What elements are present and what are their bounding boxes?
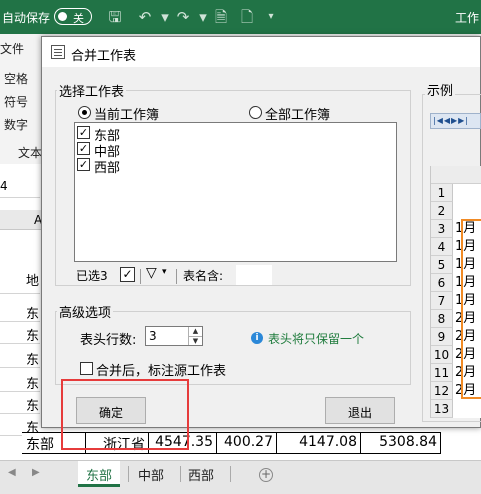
header-rows-stepper[interactable]: 3 ▲ ▼ (145, 326, 203, 346)
list-item[interactable]: ✓ 中部 (77, 141, 277, 160)
preview-row-number: 8 (431, 310, 453, 328)
preview-row-number: 2 (431, 202, 453, 220)
toolbar-separator (140, 269, 141, 284)
undo-icon[interactable]: ↶ (136, 8, 154, 26)
save-icon[interactable]: 🖫 (106, 8, 124, 26)
preview-row-number: 13 (431, 400, 453, 418)
redo-dropdown-icon[interactable]: ▾ (194, 8, 212, 26)
ok-button-highlight (61, 379, 189, 450)
preview-label: 示例 (425, 80, 456, 99)
preview-row-number: 3 (431, 220, 453, 238)
preview-row-number: 9 (431, 328, 453, 346)
ribbon-file-tab[interactable]: 文件 (0, 40, 24, 57)
sheet-cell[interactable]: 地 (0, 264, 40, 294)
sheet-cell[interactable]: 东 (0, 300, 40, 322)
header-rows-label: 表头行数: (80, 333, 137, 348)
advanced-options-group-label: 高级选项 (57, 302, 114, 321)
list-item[interactable]: ✓ 东部 (77, 125, 277, 144)
preview-merged-highlight (461, 219, 481, 399)
tab-west[interactable]: 西部 (180, 461, 222, 487)
sheet-list: ✓ 东部 ✓ 中部 ✓ 西部 (74, 122, 397, 262)
preview-row-number: 11 (431, 364, 453, 382)
undo-dropdown-icon[interactable]: ▾ (156, 8, 174, 26)
mark-source-checkbox[interactable] (80, 362, 93, 375)
sheet-checkbox[interactable]: ✓ (77, 158, 90, 171)
select-sheets-group-label: 选择工作表 (57, 81, 127, 100)
autosave-label: 自动保存 (2, 11, 51, 25)
sheet-list-toolbar: 已选3 ✓ ▽ ▾ 表名含: (76, 265, 399, 287)
add-sheet-icon[interactable]: + (259, 468, 273, 482)
filter-dropdown-icon[interactable]: ▾ (162, 267, 167, 277)
cell-value-e[interactable]: 4147.08 (277, 432, 361, 454)
toolbar-separator (176, 269, 177, 284)
table-name-filter-input[interactable] (236, 265, 272, 285)
ribbon-item-number[interactable]: 数字 (4, 116, 28, 133)
cell-value-d[interactable]: 400.27 (217, 432, 277, 454)
tab-scroll-right-icon[interactable]: ▶ (32, 467, 40, 478)
preview-sheet-nav-icon: |◀◀▶▶| (430, 113, 481, 129)
header-rows-value: 3 (149, 329, 157, 343)
ribbon-item-space[interactable]: 空格 (4, 70, 28, 87)
preview-row-number: 5 (431, 256, 453, 274)
select-all-checkbox-icon[interactable]: ✓ (120, 267, 135, 282)
list-item[interactable]: ✓ 西部 (77, 157, 277, 176)
ribbon-item-symbol[interactable]: 符号 (4, 93, 28, 110)
selected-count: 已选3 (76, 269, 108, 283)
radio-all-workbooks-label[interactable]: 全部工作簿 (265, 104, 330, 123)
preview-header-row (431, 166, 481, 184)
preview-row-number: 6 (431, 274, 453, 292)
table-name-filter-label: 表名含: (183, 269, 224, 283)
exit-button[interactable]: 退出 (325, 397, 395, 424)
info-text: 表头将只保留一个 (268, 332, 365, 346)
tab-divider (128, 466, 129, 482)
radio-current-workbook[interactable] (78, 106, 91, 119)
dialog-app-icon (51, 45, 65, 59)
tab-east[interactable]: 东部 (78, 461, 121, 487)
filter-icon[interactable]: ▽ (146, 265, 157, 281)
name-box[interactable]: 4 (0, 176, 40, 198)
cell-value-f[interactable]: 5308.84 (361, 432, 441, 454)
sheet-name: 西部 (94, 161, 121, 176)
sheet-cell[interactable]: 东 (0, 322, 40, 344)
preview-row-number: 12 (431, 382, 453, 400)
document-icon[interactable]: 🗎 (212, 8, 230, 26)
autosave-toggle[interactable]: 关 (54, 8, 92, 25)
preview-row-number: 10 (431, 346, 453, 364)
sheet-checkbox[interactable]: ✓ (77, 142, 90, 155)
tab-scroll-left-icon[interactable]: ◀ (8, 467, 16, 478)
dialog-title: 合并工作表 (71, 49, 137, 64)
dialog-title-bar: 合并工作表 (42, 37, 480, 67)
radio-current-workbook-label[interactable]: 当前工作簿 (94, 104, 159, 123)
ribbon-item-text[interactable]: 文本 (18, 144, 42, 161)
sheet-cell[interactable]: 东 (0, 346, 40, 368)
preview-row-number: 1 (431, 184, 453, 202)
toggle-knob (58, 12, 67, 21)
new-file-icon[interactable]: 🗋 (238, 8, 256, 26)
radio-all-workbooks[interactable] (249, 106, 262, 119)
excel-title-bar: 自动保存 关 🖫 ↶ ▾ ↷ ▾ 🗎 🗋 ▾ 工作 (0, 0, 481, 34)
stepper-down-icon[interactable]: ▼ (189, 336, 202, 345)
preview-row-number: 7 (431, 292, 453, 310)
tab-central[interactable]: 中部 (130, 461, 172, 487)
info-icon: i (251, 332, 263, 344)
toggle-state-label: 关 (73, 12, 84, 25)
sheet-cell[interactable]: 东 (0, 370, 40, 392)
redo-icon[interactable]: ↷ (174, 8, 192, 26)
sheet-tab-bar: ◀ ▶ 东部 中部 西部 + (0, 460, 481, 494)
sheet-checkbox[interactable]: ✓ (77, 126, 90, 139)
tab-divider (230, 466, 231, 482)
quick-access-dropdown-icon[interactable]: ▾ (262, 8, 280, 26)
mark-source-label[interactable]: 合并后，标注源工作表 (96, 360, 226, 379)
stepper-up-icon[interactable]: ▲ (189, 327, 202, 336)
preview-row-number: 4 (431, 238, 453, 256)
stepper-buttons[interactable]: ▲ ▼ (188, 327, 202, 345)
window-title: 工作 (454, 11, 479, 25)
sheet-cell[interactable]: 东 (0, 392, 40, 414)
